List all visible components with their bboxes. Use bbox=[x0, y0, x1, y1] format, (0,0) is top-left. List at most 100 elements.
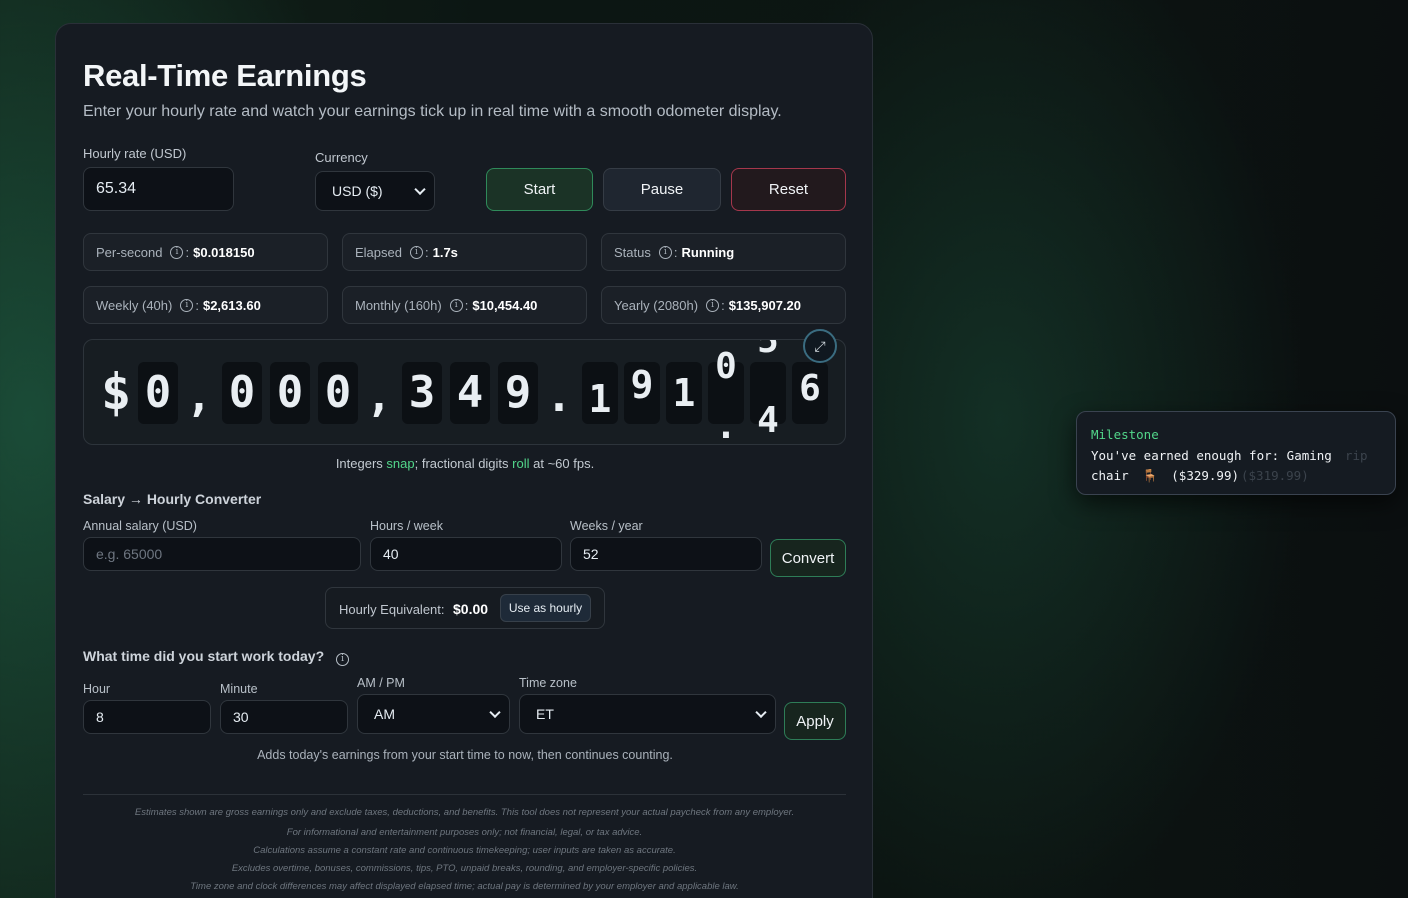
expand-icon: ⤢ bbox=[814, 337, 826, 354]
odometer-note: Integers snap; fractional digits roll at… bbox=[56, 456, 874, 471]
hour-input[interactable]: 8 bbox=[83, 700, 211, 734]
hours-week-label: Hours / week bbox=[370, 519, 443, 533]
odometer-note-snap: snap bbox=[386, 456, 415, 471]
stat-elapsed-label: Elapsed bbox=[355, 244, 402, 260]
odometer-separator: , bbox=[365, 371, 393, 422]
stat-status-label: Status bbox=[614, 244, 651, 260]
stat-elapsed-value: 1.7s bbox=[432, 244, 458, 260]
expand-button[interactable]: ⤢ bbox=[803, 329, 837, 363]
stat-monthly: Monthly (160h) i: $10,454.40 bbox=[342, 286, 587, 324]
odometer-note-mid: ; fractional digits bbox=[414, 456, 513, 471]
info-icon[interactable]: i bbox=[170, 245, 184, 259]
divider bbox=[83, 794, 846, 795]
page-title: Real-Time Earnings bbox=[83, 58, 367, 93]
odometer-rolling-digit: . bbox=[715, 406, 737, 445]
page-subtitle: Enter your hourly rate and watch your ea… bbox=[83, 103, 782, 120]
toast-ghost-price: ($319.99) bbox=[1241, 468, 1309, 483]
odometer-digit: 1 bbox=[672, 371, 696, 415]
reset-button[interactable]: Reset bbox=[731, 168, 846, 211]
odometer-digit: 1 bbox=[588, 377, 612, 421]
timezone-select[interactable]: ET bbox=[519, 694, 776, 734]
use-as-hourly-button[interactable]: Use as hourly bbox=[500, 594, 591, 622]
odometer-digit: 9 bbox=[504, 367, 532, 418]
stat-status: Status i: Running bbox=[601, 233, 846, 271]
stat-elapsed: Elapsed i: 1.7s bbox=[342, 233, 587, 271]
earnings-card: Real-Time Earnings Enter your hourly rat… bbox=[55, 23, 873, 898]
stat-monthly-value: $10,454.40 bbox=[472, 297, 538, 313]
stat-status-value: Running bbox=[681, 244, 735, 260]
toast-ghost-text: rip bbox=[1345, 448, 1368, 463]
odometer-digit: 3 bbox=[408, 367, 436, 418]
disclaimer-line: Estimates shown are gross earnings only … bbox=[134, 807, 795, 818]
odometer-note-prefix: Integers bbox=[335, 456, 387, 471]
annual-salary-label: Annual salary (USD) bbox=[83, 519, 197, 533]
minute-input[interactable]: 30 bbox=[220, 700, 348, 734]
info-icon[interactable]: i bbox=[336, 652, 350, 666]
stat-per-second-label: Per-second bbox=[96, 244, 163, 260]
odometer-separator: , bbox=[185, 371, 213, 422]
odometer-digit: 0 bbox=[144, 367, 172, 418]
odometer-rolling-digit: 0 bbox=[715, 346, 737, 387]
stat-weekly: Weekly (40h) i: $2,613.60 bbox=[83, 286, 328, 324]
start-time-note: Adds today's earnings from your start ti… bbox=[257, 748, 673, 762]
stat-weekly-label: Weekly (40h) bbox=[96, 297, 173, 313]
hourly-rate-label: Hourly rate (USD) bbox=[83, 146, 187, 161]
timezone-select-value: ET bbox=[536, 706, 554, 722]
stat-yearly-label: Yearly (2080h) bbox=[614, 297, 699, 313]
toast-title: Milestone bbox=[1091, 427, 1159, 442]
hourly-equivalent-label: Hourly Equivalent: bbox=[339, 602, 445, 617]
ampm-label: AM / PM bbox=[357, 676, 405, 690]
chair-icon: 🪑 bbox=[1142, 468, 1158, 483]
stat-yearly: Yearly (2080h) i: $135,907.20 bbox=[601, 286, 846, 324]
odometer-digit: 9 bbox=[630, 363, 654, 407]
converter-heading: Salary → Hourly Converter bbox=[83, 491, 262, 507]
odometer-rolling-digit: 5 bbox=[757, 339, 779, 361]
stat-yearly-value: $135,907.20 bbox=[728, 297, 801, 313]
disclaimer-line: Calculations assume a constant rate and … bbox=[253, 845, 676, 856]
odometer-note-roll: roll bbox=[512, 456, 530, 471]
hourly-equivalent-value: $0.00 bbox=[453, 601, 489, 617]
hours-week-input[interactable]: 40 bbox=[370, 537, 562, 571]
toast-message: You've earned enough for: Gaming rip cha… bbox=[1091, 446, 1381, 486]
info-icon[interactable]: i bbox=[706, 298, 720, 312]
toast-line-1: You've earned enough for: Gaming bbox=[1091, 448, 1332, 463]
odometer-digit: 4 bbox=[456, 367, 484, 418]
toast-line-2: chair bbox=[1091, 468, 1129, 483]
stat-per-second: Per-second i: $0.018150 bbox=[83, 233, 328, 271]
milestone-toast: Milestone You've earned enough for: Gami… bbox=[1076, 411, 1396, 495]
disclaimer-line: For informational and entertainment purp… bbox=[286, 827, 643, 838]
info-icon[interactable]: i bbox=[409, 245, 423, 259]
currency-label: Currency bbox=[315, 150, 368, 165]
annual-salary-input[interactable]: e.g. 65000 bbox=[83, 537, 361, 571]
odometer-decimal-point: . bbox=[545, 371, 573, 422]
stat-per-second-value: $0.018150 bbox=[193, 244, 255, 260]
odometer-digit: 6 bbox=[799, 368, 821, 409]
stat-weekly-value: $2,613.60 bbox=[202, 297, 261, 313]
toast-price: ($329.99) bbox=[1171, 468, 1240, 483]
info-icon[interactable]: i bbox=[449, 298, 463, 312]
start-button[interactable]: Start bbox=[486, 168, 593, 211]
odometer-digit: 0 bbox=[228, 367, 256, 418]
odometer-currency-symbol: $ bbox=[100, 363, 132, 421]
timezone-label: Time zone bbox=[519, 676, 577, 690]
info-icon[interactable]: i bbox=[180, 298, 194, 312]
weeks-year-input[interactable]: 52 bbox=[570, 537, 762, 571]
currency-select[interactable]: USD ($) bbox=[315, 171, 435, 211]
odometer-note-suffix: at ~60 fps. bbox=[529, 456, 595, 471]
ampm-select-value: AM bbox=[374, 706, 395, 722]
hour-label: Hour bbox=[83, 682, 111, 696]
apply-button[interactable]: Apply bbox=[784, 702, 846, 740]
ampm-select[interactable]: AM bbox=[357, 694, 510, 734]
start-time-heading-text: What time did you start work today? bbox=[83, 648, 325, 664]
disclaimer-line: Excludes overtime, bonuses, commissions,… bbox=[231, 863, 698, 874]
odometer-display: $ 0 , 0 0 0 , 3 4 9 . 1 9 1 0 . 5 4 6 bbox=[83, 339, 846, 445]
odometer-digit: 0 bbox=[324, 367, 352, 418]
convert-button[interactable]: Convert bbox=[770, 539, 846, 577]
minute-label: Minute bbox=[220, 682, 258, 696]
odometer-rolling-digit: 4 bbox=[757, 400, 779, 441]
disclaimer-line: Time zone and clock differences may affe… bbox=[190, 881, 739, 892]
start-time-heading: What time did you start work today? i bbox=[83, 648, 350, 666]
hourly-rate-input[interactable]: 65.34 bbox=[83, 167, 234, 211]
pause-button[interactable]: Pause bbox=[603, 168, 721, 211]
info-icon[interactable]: i bbox=[658, 245, 672, 259]
